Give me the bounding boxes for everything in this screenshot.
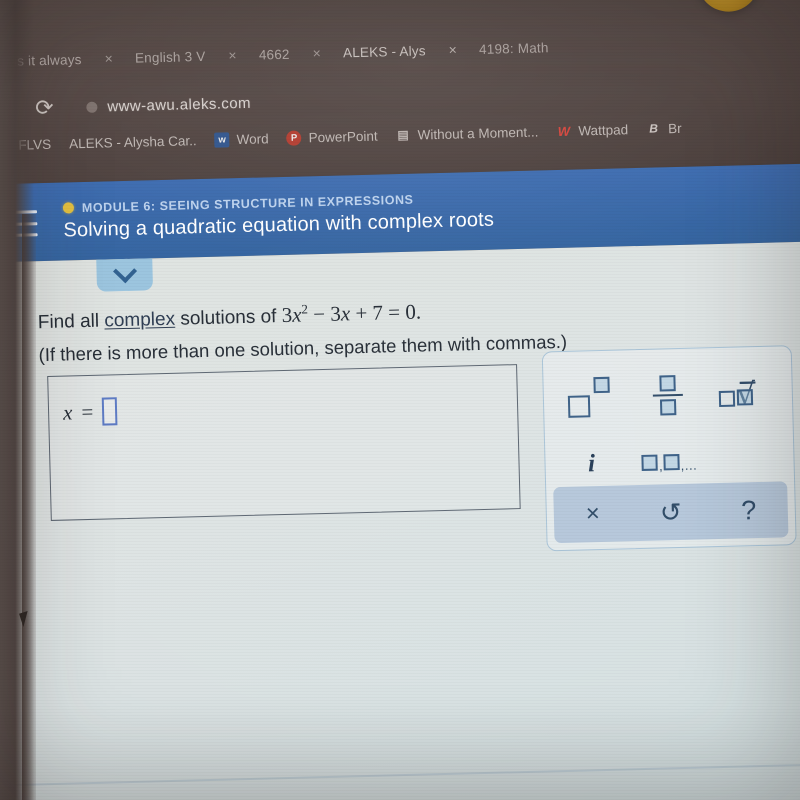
collapse-header-button[interactable]: [96, 258, 154, 292]
tab-label: English 3 V: [134, 48, 206, 66]
help-button[interactable]: ?: [741, 495, 757, 526]
chevron-down-icon: [112, 258, 137, 283]
bookmark-label: Br: [667, 120, 682, 136]
clear-button[interactable]: ×: [585, 500, 600, 528]
tab-close-icon[interactable]: ×: [448, 42, 457, 58]
undo-button[interactable]: ↺: [660, 496, 683, 528]
bookmark-powerpoint[interactable]: P PowerPoint: [277, 122, 387, 151]
tab-close-icon[interactable]: ×: [312, 45, 321, 61]
radical-icon: √̅̅: [719, 377, 773, 413]
bookmark-label: Without a Moment...: [417, 123, 539, 143]
browser-tab-2[interactable]: English 3 V ×: [131, 38, 256, 75]
book-icon: ▤: [397, 127, 409, 143]
tab-label: 4198: Math: [478, 39, 549, 57]
hamburger-icon[interactable]: [2, 210, 38, 238]
screen-surface: Is it always × English 3 V × 4662 × ALEK…: [0, 0, 800, 800]
tab-close-icon[interactable]: ×: [104, 50, 113, 66]
bookmark-without-a-moment[interactable]: ▤ Without a Moment...: [386, 118, 547, 148]
radical-button[interactable]: √̅̅: [706, 353, 786, 433]
tab-label: Is it always: [12, 51, 82, 69]
flvs-globe-icon: ◔: [0, 137, 12, 153]
list-icon: ,,…: [641, 454, 697, 474]
bookmark-aleks[interactable]: ALEKS - Alysha Car..: [60, 127, 206, 157]
answer-input-slot[interactable]: [101, 397, 118, 426]
exponent-button[interactable]: [550, 357, 630, 437]
equation: 3x2 − 3x + 7 = 0.: [281, 299, 422, 328]
bookmark-label: FLVS: [18, 136, 52, 153]
keypad-action-row: × ↺ ?: [553, 481, 789, 544]
lesson-content-area: Find all complex solutions of 3x2 − 3x +…: [0, 241, 800, 800]
url-text: www-awu.aleks.com: [107, 94, 252, 115]
bookmark-label: Wattpad: [578, 121, 629, 138]
answer-variable-label: x: [62, 399, 73, 425]
back-button[interactable]: ←: [0, 88, 25, 129]
google-icon: [0, 53, 7, 69]
word-icon: w: [214, 131, 230, 148]
answer-entry-box[interactable]: x =: [47, 364, 521, 521]
bookmark-wattpad[interactable]: W Wattpad: [547, 116, 637, 144]
brainly-icon: B: [649, 121, 659, 136]
exponent-icon: [567, 376, 612, 418]
tab-close-icon[interactable]: ×: [228, 47, 237, 63]
browser-tab-4-aleks[interactable]: ALEKS - Alys ×: [339, 32, 476, 69]
bookmark-label: Word: [236, 130, 269, 147]
bookmark-flvs[interactable]: ◔ FLVS: [0, 131, 60, 159]
bookmark-label: ALEKS - Alysha Car..: [68, 132, 197, 151]
browser-tab-5[interactable]: 4198: Math: [475, 30, 553, 66]
list-button[interactable]: ,,…: [630, 433, 709, 491]
bookmark-label: PowerPoint: [308, 128, 378, 145]
module-status-dot-icon: [62, 202, 75, 214]
complex-glossary-link[interactable]: complex: [104, 309, 175, 332]
answer-equals-sign: =: [81, 399, 94, 424]
browser-chrome: Is it always × English 3 V × 4662 × ALEK…: [0, 0, 800, 185]
math-keypad-panel: √̅̅ i ,,… × ↺ ?: [541, 345, 797, 552]
fraction-icon: [652, 374, 683, 416]
wattpad-icon: W: [557, 123, 571, 139]
browser-tab-1[interactable]: Is it always ×: [0, 41, 131, 79]
powerpoint-icon: P: [286, 129, 302, 146]
keypad-empty-cell: [708, 431, 787, 489]
bookmark-brainly[interactable]: B Br: [637, 115, 691, 142]
site-info-icon[interactable]: [86, 101, 98, 113]
answer-row: x =: [63, 397, 118, 426]
question-middle: solutions of: [174, 306, 282, 330]
browser-tab-3[interactable]: 4662 ×: [254, 36, 339, 72]
bookmark-word[interactable]: w Word: [205, 125, 278, 153]
photo-of-screen: Is it always × English 3 V × 4662 × ALEK…: [0, 0, 800, 800]
gold-circle-icon: [696, 0, 761, 13]
fraction-button[interactable]: [628, 355, 708, 435]
reload-button[interactable]: ⟳: [24, 87, 65, 128]
question-prefix: Find all: [37, 310, 105, 334]
tab-label: 4662: [258, 46, 290, 63]
tab-label: ALEKS - Alys: [342, 42, 426, 60]
